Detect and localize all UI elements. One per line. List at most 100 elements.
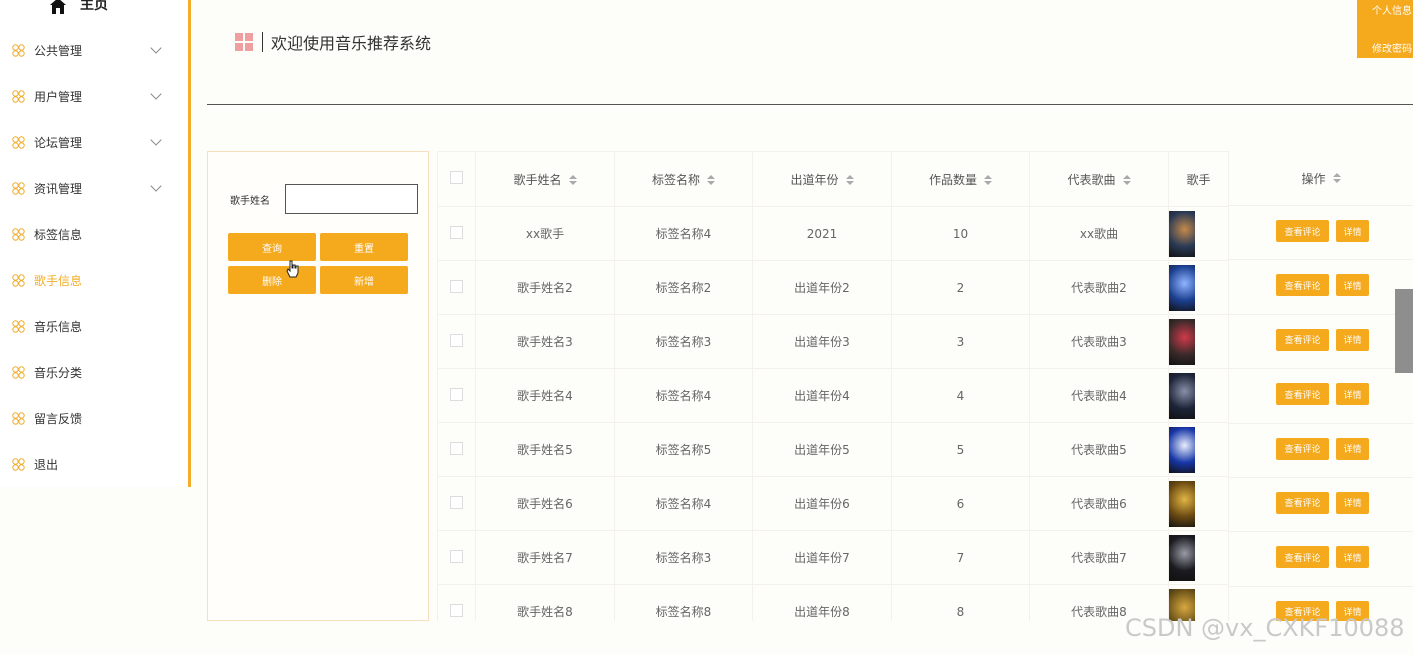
add-button[interactable]: 新增 bbox=[320, 266, 408, 294]
cell-count: 5 bbox=[891, 422, 1030, 477]
row-select-cell bbox=[437, 314, 476, 369]
row-checkbox[interactable] bbox=[450, 279, 463, 293]
table-row[interactable]: 歌手姓名6 标签名称4 出道年份6 6 代表歌曲6 bbox=[437, 476, 1229, 531]
sidebar-item[interactable]: 用户管理 bbox=[0, 73, 188, 119]
cell-tag: 标签名称3 bbox=[614, 314, 753, 369]
view-comments-button[interactable]: 查看评论 bbox=[1276, 491, 1329, 514]
row-checkbox[interactable] bbox=[450, 387, 463, 401]
sidebar-item[interactable]: 音乐信息 bbox=[0, 303, 188, 349]
cell-photo bbox=[1168, 260, 1229, 315]
cell-count: 7 bbox=[891, 530, 1030, 585]
cell-count: 8 bbox=[891, 584, 1030, 621]
sidebar-item[interactable]: 歌手信息 bbox=[0, 257, 188, 303]
cell-tag: 标签名称2 bbox=[614, 260, 753, 315]
search-panel: 歌手姓名 查询 重置 删除 新增 bbox=[207, 151, 429, 621]
table-row[interactable]: 歌手姓名3 标签名称3 出道年份3 3 代表歌曲3 bbox=[437, 314, 1229, 369]
delete-button[interactable]: 删除 bbox=[228, 266, 316, 294]
view-comments-button[interactable]: 查看评论 bbox=[1276, 220, 1329, 242]
flower-icon bbox=[12, 43, 25, 57]
cell-count: 3 bbox=[891, 314, 1030, 369]
column-header[interactable]: 代表歌曲 bbox=[1029, 151, 1169, 207]
cell-song: 代表歌曲3 bbox=[1029, 314, 1169, 369]
sidebar-item[interactable]: 标签信息 bbox=[0, 211, 188, 257]
table-row[interactable]: 歌手姓名5 标签名称5 出道年份5 5 代表歌曲5 bbox=[437, 422, 1229, 477]
detail-button[interactable]: 详情 bbox=[1336, 220, 1369, 242]
sidebar-item[interactable]: 留言反馈 bbox=[0, 395, 188, 441]
cell-name: 歌手姓名2 bbox=[475, 260, 615, 315]
header-divider bbox=[207, 104, 1413, 105]
sidebar-item[interactable]: 退出 bbox=[0, 441, 188, 487]
detail-button[interactable]: 详情 bbox=[1336, 491, 1369, 514]
detail-button[interactable]: 详情 bbox=[1336, 328, 1369, 351]
detail-button[interactable]: 详情 bbox=[1336, 383, 1369, 406]
sidebar-item-label: 标签信息 bbox=[34, 227, 83, 242]
query-button[interactable]: 查询 bbox=[228, 233, 316, 261]
chevron-down-icon[interactable] bbox=[150, 42, 162, 54]
scrollbar-thumb[interactable] bbox=[1395, 289, 1413, 373]
table-row[interactable]: 歌手姓名7 标签名称3 出道年份7 7 代表歌曲7 bbox=[437, 530, 1229, 585]
table-row[interactable]: 歌手姓名4 标签名称4 出道年份4 4 代表歌曲4 bbox=[437, 368, 1229, 423]
watermark: CSDN @vx_CXKF10088 bbox=[1125, 614, 1405, 642]
actions-header-label: 操作 bbox=[1301, 171, 1326, 186]
singer-photo bbox=[1169, 372, 1195, 419]
view-comments-button[interactable]: 查看评论 bbox=[1276, 546, 1329, 569]
cell-year: 出道年份5 bbox=[752, 422, 892, 477]
table-body: xx歌手 标签名称4 2021 10 xx歌曲 歌手姓名2 标签名称2 出道年份2 2 代表歌曲2… bbox=[437, 206, 1229, 621]
actions-header[interactable]: 操作 bbox=[1229, 151, 1413, 206]
table-row[interactable]: xx歌手 标签名称4 2021 10 xx歌曲 bbox=[437, 206, 1229, 261]
row-checkbox[interactable] bbox=[450, 225, 463, 239]
sort-icon[interactable] bbox=[1122, 175, 1131, 185]
sort-icon[interactable] bbox=[707, 175, 715, 185]
cell-photo bbox=[1168, 530, 1229, 585]
user-menu: 个人信息 修改密码 bbox=[1357, 0, 1413, 58]
sidebar-home[interactable]: 主页 bbox=[0, 0, 188, 14]
table-row[interactable]: 歌手姓名8 标签名称8 出道年份8 8 代表歌曲8 bbox=[437, 584, 1229, 621]
row-checkbox[interactable] bbox=[450, 549, 463, 563]
sort-icon[interactable] bbox=[984, 175, 992, 185]
sort-icon[interactable] bbox=[568, 175, 577, 185]
row-checkbox[interactable] bbox=[450, 495, 463, 509]
detail-button[interactable]: 详情 bbox=[1336, 546, 1369, 569]
view-comments-button[interactable]: 查看评论 bbox=[1276, 437, 1329, 460]
view-comments-button[interactable]: 查看评论 bbox=[1276, 274, 1329, 297]
column-header-label: 歌手姓名 bbox=[513, 172, 562, 187]
singer-name-input[interactable] bbox=[285, 184, 418, 214]
row-checkbox[interactable] bbox=[450, 333, 463, 347]
column-header[interactable]: 标签名称 bbox=[614, 151, 753, 207]
sidebar-item[interactable]: 音乐分类 bbox=[0, 349, 188, 395]
column-header[interactable]: 歌手姓名 bbox=[475, 151, 615, 207]
chevron-down-icon[interactable] bbox=[150, 134, 162, 146]
cell-song: 代表歌曲6 bbox=[1029, 476, 1169, 531]
column-header-label: 歌手 bbox=[1186, 172, 1211, 187]
detail-button[interactable]: 详情 bbox=[1336, 274, 1369, 297]
flower-icon bbox=[12, 365, 25, 379]
actions-cell: 查看评论 详情 bbox=[1229, 260, 1413, 315]
column-header[interactable]: 歌手 bbox=[1168, 151, 1229, 207]
chevron-down-icon[interactable] bbox=[150, 180, 162, 192]
cell-count: 6 bbox=[891, 476, 1030, 531]
table-row[interactable]: 歌手姓名2 标签名称2 出道年份2 2 代表歌曲2 bbox=[437, 260, 1229, 315]
sidebar-item[interactable]: 论坛管理 bbox=[0, 119, 188, 165]
row-checkbox[interactable] bbox=[450, 441, 463, 455]
reset-button[interactable]: 重置 bbox=[320, 233, 408, 261]
sidebar-item[interactable]: 公共管理 bbox=[0, 27, 188, 73]
chevron-down-icon[interactable] bbox=[150, 88, 162, 100]
profile-link[interactable]: 个人信息 bbox=[1372, 2, 1412, 17]
select-all-checkbox[interactable] bbox=[450, 171, 463, 184]
view-comments-button[interactable]: 查看评论 bbox=[1276, 383, 1329, 406]
sort-icon[interactable] bbox=[1332, 173, 1341, 183]
column-header[interactable]: 作品数量 bbox=[891, 151, 1030, 207]
column-header[interactable]: 出道年份 bbox=[752, 151, 892, 207]
sidebar-item[interactable]: 资讯管理 bbox=[0, 165, 188, 211]
cell-tag: 标签名称4 bbox=[614, 368, 753, 423]
cell-song: xx歌曲 bbox=[1029, 206, 1169, 261]
cell-name: 歌手姓名6 bbox=[475, 476, 615, 531]
view-comments-button[interactable]: 查看评论 bbox=[1276, 328, 1329, 351]
detail-button[interactable]: 详情 bbox=[1336, 437, 1369, 460]
cell-photo bbox=[1168, 422, 1229, 477]
sort-icon[interactable] bbox=[845, 175, 854, 185]
row-checkbox[interactable] bbox=[450, 603, 463, 617]
change-password-link[interactable]: 修改密码 bbox=[1372, 40, 1412, 55]
actions-column: 操作 查看评论 详情 查看评论 详情 查看评论 详情 查看评论 详情 查看评论 详情 查看评论 详情 查看… bbox=[1228, 151, 1413, 621]
cell-song: 代表歌曲5 bbox=[1029, 422, 1169, 477]
